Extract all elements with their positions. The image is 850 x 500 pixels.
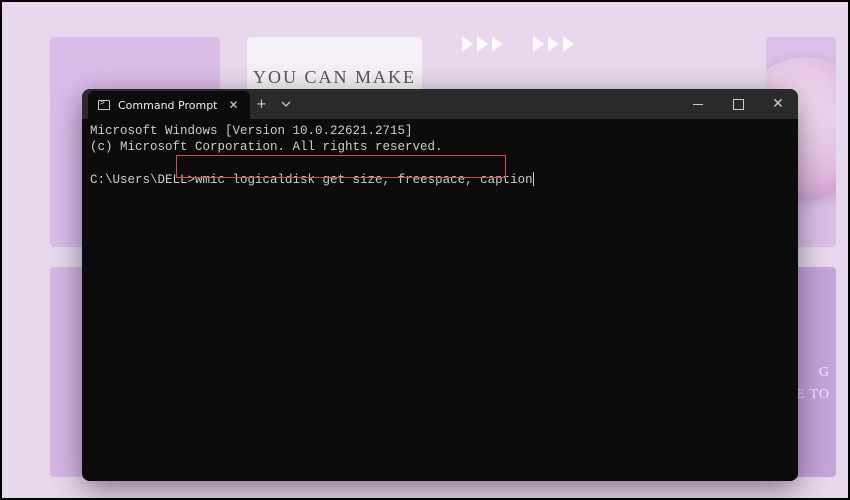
tab-title: Command Prompt xyxy=(118,99,218,112)
bg-card-text: G E TO xyxy=(796,362,830,407)
terminal-output[interactable]: Microsoft Windows [Version 10.0.22621.27… xyxy=(82,119,798,481)
window-controls: ✕ xyxy=(678,89,798,119)
minimize-button[interactable] xyxy=(678,89,718,119)
close-window-button[interactable]: ✕ xyxy=(758,89,798,119)
maximize-button[interactable] xyxy=(718,89,758,119)
arrow-decoration xyxy=(462,36,574,52)
terminal-blank-line xyxy=(90,156,790,172)
terminal-line: (c) Microsoft Corporation. All rights re… xyxy=(90,139,790,155)
titlebar[interactable]: Command Prompt ✕ + ✕ xyxy=(82,89,798,119)
arrow-right-icon xyxy=(462,36,473,52)
bg-card-title: YOU CAN MAKE xyxy=(253,67,416,88)
chevron-down-icon xyxy=(281,99,291,109)
text-cursor xyxy=(533,172,534,186)
tab-command-prompt[interactable]: Command Prompt ✕ xyxy=(88,91,250,119)
arrow-right-icon xyxy=(563,36,574,52)
arrow-right-icon xyxy=(492,36,503,52)
tab-dropdown-button[interactable] xyxy=(274,89,298,119)
arrow-right-icon xyxy=(533,36,544,52)
prompt-path: C:\Users\DELL> xyxy=(90,172,195,188)
close-tab-button[interactable]: ✕ xyxy=(226,97,242,113)
command-prompt-window[interactable]: Command Prompt ✕ + ✕ Microsoft Windows [… xyxy=(82,89,798,481)
new-tab-button[interactable]: + xyxy=(250,89,274,119)
terminal-line: Microsoft Windows [Version 10.0.22621.27… xyxy=(90,123,790,139)
terminal-icon xyxy=(98,100,110,110)
arrow-right-icon xyxy=(548,36,559,52)
arrow-right-icon xyxy=(477,36,488,52)
command-input[interactable]: wmic logicaldisk get size, freespace, ca… xyxy=(195,172,533,188)
terminal-prompt-line[interactable]: C:\Users\DELL>wmic logicaldisk get size,… xyxy=(90,172,790,188)
